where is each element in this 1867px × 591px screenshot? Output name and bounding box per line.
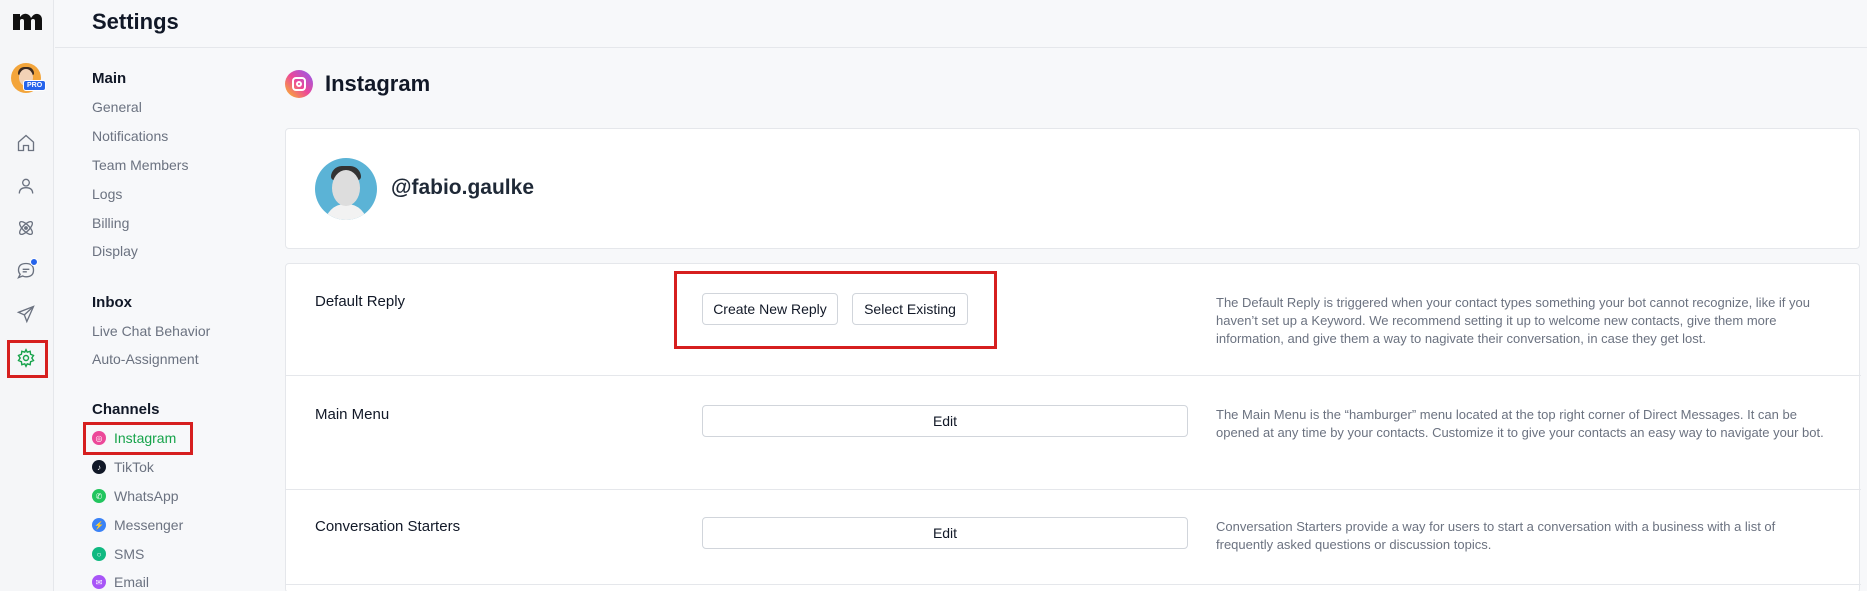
whatsapp-icon: ✆ (92, 489, 106, 503)
broadcast-icon[interactable] (14, 302, 38, 326)
channel-label: Messenger (114, 517, 184, 533)
conversation-starters-edit-button[interactable]: Edit (702, 517, 1188, 549)
nav-item-billing[interactable]: Billing (92, 215, 129, 231)
settings-card: Default Reply Create New Reply Select Ex… (285, 263, 1861, 591)
nav-heading-main: Main (92, 70, 127, 87)
nav-heading-channels: Channels (92, 401, 160, 418)
channel-label: TikTok (114, 459, 154, 475)
row-default-reply: Default Reply Create New Reply Select Ex… (286, 264, 1861, 376)
pro-badge: PRO (23, 80, 47, 91)
channel-email[interactable]: ✉ Email (92, 574, 149, 590)
brand-logo[interactable] (11, 10, 43, 32)
nav-item-live-chat-behavior[interactable]: Live Chat Behavior (92, 323, 210, 339)
tiktok-icon: ♪ (92, 460, 106, 474)
channel-label: Email (114, 574, 150, 590)
channel-label: WhatsApp (114, 488, 179, 504)
channel-label: SMS (114, 546, 145, 562)
messenger-icon: ⚡ (92, 518, 106, 532)
profile-card: @fabio.gaulke (285, 128, 1860, 249)
icon-rail: PRO (0, 0, 54, 591)
profile-avatar (315, 158, 377, 220)
default-reply-highlight (674, 271, 997, 349)
nav-item-auto-assignment[interactable]: Auto-Assignment (92, 351, 199, 367)
main-menu-edit-button[interactable]: Edit (702, 405, 1188, 437)
row-label: Default Reply (315, 293, 406, 310)
row-description: The Default Reply is triggered when your… (1216, 295, 1810, 346)
home-icon[interactable] (14, 131, 38, 155)
page-title: Settings (92, 9, 179, 34)
nav-heading-inbox: Inbox (92, 294, 132, 311)
channel-whatsapp[interactable]: ✆ WhatsApp (92, 488, 179, 504)
settings-highlight (7, 340, 48, 378)
section-title: Instagram (325, 71, 431, 96)
nav-item-team-members[interactable]: Team Members (92, 157, 188, 173)
row-description: Conversation Starters provide a way for … (1216, 519, 1776, 552)
channel-messenger[interactable]: ⚡ Messenger (92, 517, 183, 533)
nav-item-display[interactable]: Display (92, 243, 138, 259)
row-label: Main Menu (315, 406, 390, 423)
nav-item-general[interactable]: General (92, 99, 142, 115)
notification-dot (30, 258, 38, 266)
row-main-menu: Main Menu Edit The Main Menu is the “ham… (286, 376, 1861, 490)
row-description: The Main Menu is the “hamburger” menu lo… (1216, 407, 1824, 440)
sms-icon: ○ (92, 547, 106, 561)
row-label: Conversation Starters (315, 518, 461, 535)
app: PRO Settings Main General Notifications … (0, 0, 1867, 591)
profile-handle: @fabio.gaulke (391, 176, 535, 199)
row-conversation-starters: Conversation Starters Edit Conversation … (286, 490, 1861, 585)
instagram-highlight (83, 422, 193, 455)
top-header: Settings (55, 0, 1867, 48)
email-icon: ✉ (92, 575, 106, 589)
section-header: Instagram (285, 70, 430, 98)
nav-item-notifications[interactable]: Notifications (92, 128, 168, 144)
automation-icon[interactable] (14, 216, 38, 240)
avatar-face (332, 170, 360, 206)
contacts-icon[interactable] (14, 174, 38, 198)
channel-tiktok[interactable]: ♪ TikTok (92, 459, 154, 475)
nav-item-logs[interactable]: Logs (92, 186, 122, 202)
avatar-body (325, 204, 367, 220)
channel-sms[interactable]: ○ SMS (92, 546, 144, 562)
instagram-logo-icon (285, 70, 313, 98)
